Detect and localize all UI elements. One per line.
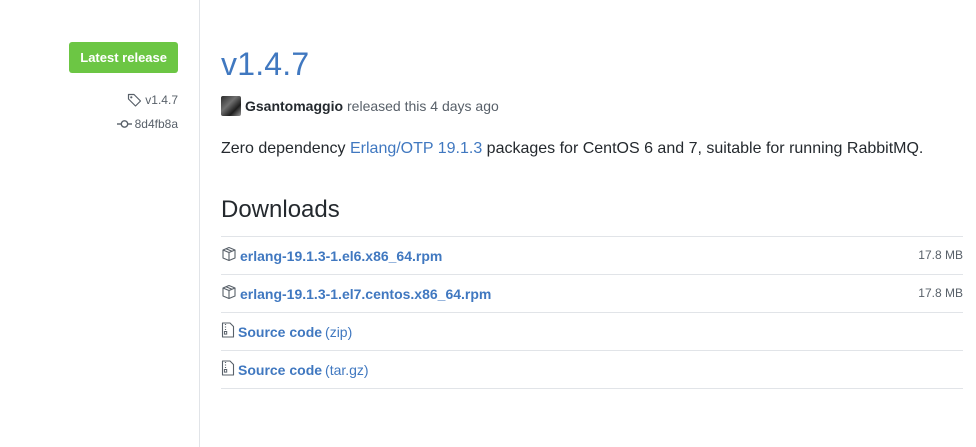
download-item: erlang-19.1.3-1.el6.x86_64.rpm 17.8 MB xyxy=(221,237,963,275)
erlang-otp-link[interactable]: Erlang/OTP 19.1.3 xyxy=(350,140,482,157)
archive-format: (zip) xyxy=(325,323,353,340)
download-link[interactable]: erlang-19.1.3-1.el6.x86_64.rpm xyxy=(240,248,442,264)
package-icon xyxy=(222,246,236,261)
latest-release-badge[interactable]: Latest release xyxy=(69,42,178,73)
release-sidebar: Latest release v1.4.7 8d4fb8a xyxy=(0,0,200,447)
author-avatar[interactable] xyxy=(221,96,241,116)
release-tag[interactable]: v1.4.7 xyxy=(127,93,178,107)
archive-format: (tar.gz) xyxy=(325,361,369,378)
release-commit-sha: 8d4fb8a xyxy=(134,117,178,131)
author-name[interactable]: Gsantomaggio xyxy=(245,98,343,114)
file-size: 17.8 MB xyxy=(918,286,963,300)
source-code-label: Source code xyxy=(238,323,323,340)
file-zip-icon xyxy=(221,359,235,376)
source-code-label: Source code xyxy=(238,361,323,378)
download-item: Source code (tar.gz) xyxy=(221,351,963,389)
source-code-targz-link[interactable]: Source code (tar.gz) xyxy=(238,362,369,378)
download-link[interactable]: erlang-19.1.3-1.el7.centos.x86_64.rpm xyxy=(240,286,491,302)
release-byline: Gsantomaggio released this 4 days ago xyxy=(221,96,499,116)
released-text: released this 4 days ago xyxy=(347,98,499,114)
downloads-heading: Downloads xyxy=(221,196,340,223)
release-tag-label: v1.4.7 xyxy=(145,93,178,107)
tag-icon xyxy=(128,93,142,107)
description-before: Zero dependency xyxy=(221,140,350,157)
source-code-zip-link[interactable]: Source code (zip) xyxy=(238,324,352,340)
file-size: 17.8 MB xyxy=(918,248,963,262)
release-commit[interactable]: 8d4fb8a xyxy=(116,117,178,131)
download-item: erlang-19.1.3-1.el7.centos.x86_64.rpm 17… xyxy=(221,275,963,313)
release-description: Zero dependency Erlang/OTP 19.1.3 packag… xyxy=(221,140,923,158)
release-title[interactable]: v1.4.7 xyxy=(221,46,309,83)
commit-icon xyxy=(116,120,132,128)
download-list: erlang-19.1.3-1.el6.x86_64.rpm 17.8 MB e… xyxy=(221,236,963,389)
package-icon xyxy=(222,284,236,299)
description-after: packages for CentOS 6 and 7, suitable fo… xyxy=(482,140,924,157)
file-zip-icon xyxy=(221,321,235,338)
download-item: Source code (zip) xyxy=(221,313,963,351)
